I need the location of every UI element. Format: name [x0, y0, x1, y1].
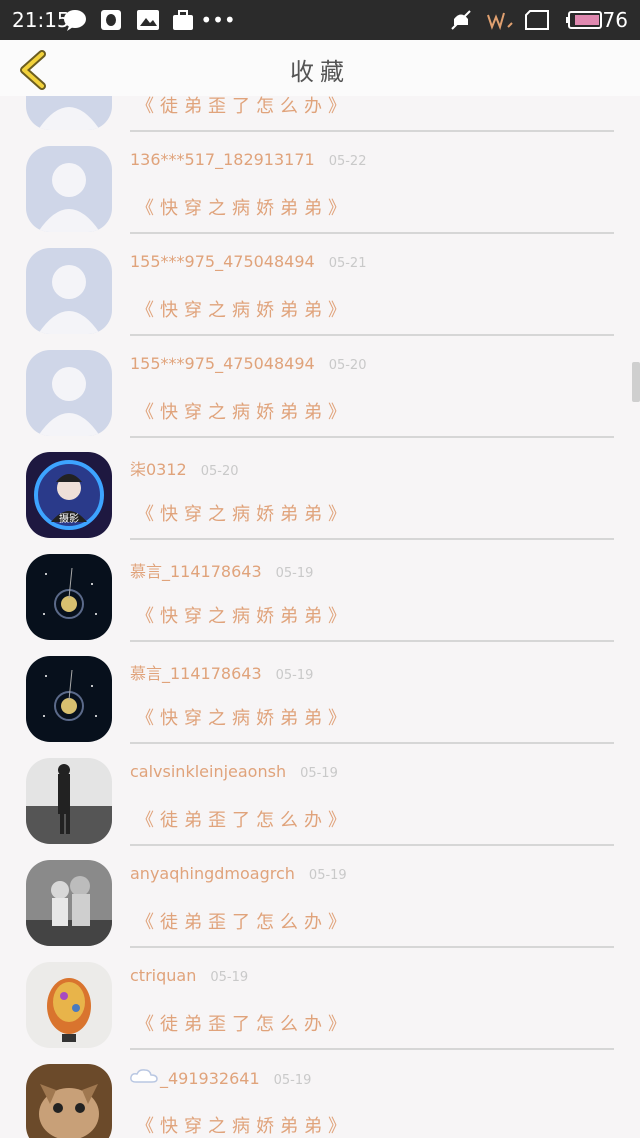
- book-title[interactable]: 《快穿之病娇弟弟》: [136, 398, 352, 424]
- list-item[interactable]: 慕言_114178643 05-19 《快穿之病娇弟弟》: [0, 544, 640, 646]
- svg-text:摄影: 摄影: [59, 512, 79, 525]
- divider: [130, 946, 614, 948]
- list-item[interactable]: 慕言_114178643 05-19 《快穿之病娇弟弟》: [0, 646, 640, 748]
- username[interactable]: 慕言_114178643: [130, 660, 262, 684]
- avatar[interactable]: [26, 1064, 112, 1138]
- list-item[interactable]: 155***975_475048494 05-20 《快穿之病娇弟弟》: [0, 340, 640, 442]
- item-meta: 慕言_114178643 05-19: [130, 558, 313, 582]
- list-item[interactable]: 摄影 柒0312 05-20 《快穿之病娇弟弟》: [0, 442, 640, 544]
- cloud-icon: [130, 1069, 158, 1083]
- list-item[interactable]: 136***517_182913171 05-22 《快穿之病娇弟弟》: [0, 136, 640, 238]
- date: 05-20: [328, 358, 367, 373]
- sim-icon: [524, 8, 550, 32]
- date: 05-19: [275, 668, 314, 683]
- item-meta: calvsinkleinjeaonsh 05-19: [130, 762, 338, 781]
- username[interactable]: 柒0312: [130, 456, 187, 480]
- list-item[interactable]: anyaqhingdmoagrch 05-19 《徒弟歪了怎么办》: [0, 850, 640, 952]
- more-icon: •••: [200, 8, 236, 32]
- book-title[interactable]: 《快穿之病娇弟弟》: [136, 602, 352, 628]
- header: 收藏: [0, 40, 640, 96]
- book-title[interactable]: 《徒弟歪了怎么办》: [136, 908, 352, 934]
- avatar[interactable]: [26, 962, 112, 1048]
- avatar[interactable]: [26, 248, 112, 334]
- date: 05-19: [275, 566, 314, 581]
- scrollbar[interactable]: [632, 362, 640, 402]
- book-title[interactable]: 《徒弟歪了怎么办》: [136, 1010, 352, 1036]
- divider: [130, 232, 614, 234]
- item-meta: _491932641 05-19: [130, 1068, 311, 1088]
- username[interactable]: 155***975_475048494: [130, 354, 315, 373]
- divider: [130, 640, 614, 642]
- date: 05-22: [328, 154, 367, 169]
- signal-icon: [486, 8, 514, 32]
- item-meta: 155***975_475048494 05-21: [130, 252, 366, 271]
- page-title: 收藏: [290, 58, 350, 86]
- battery-icon: [564, 8, 604, 32]
- avatar[interactable]: [26, 554, 112, 640]
- list-item[interactable]: ctriquan 05-19 《徒弟歪了怎么办》: [0, 952, 640, 1054]
- item-meta: ctriquan 05-19: [130, 966, 248, 985]
- username[interactable]: _491932641: [160, 1069, 260, 1088]
- avatar[interactable]: [26, 758, 112, 844]
- username[interactable]: 慕言_114178643: [130, 558, 262, 582]
- briefcase-icon: [172, 8, 194, 32]
- avatar[interactable]: [26, 656, 112, 742]
- avatar[interactable]: [26, 860, 112, 946]
- date: 05-19: [273, 1073, 312, 1088]
- battery-level: 76: [602, 8, 628, 32]
- book-title[interactable]: 《快穿之病娇弟弟》: [136, 194, 352, 220]
- status-time: 21:15: [12, 8, 70, 32]
- item-meta: 155***975_475048494 05-20: [130, 354, 366, 373]
- avatar[interactable]: 摄影: [26, 452, 112, 538]
- date: 05-19: [210, 970, 249, 985]
- avatar[interactable]: [26, 96, 112, 130]
- item-meta: 136***517_182913171 05-22: [130, 150, 366, 169]
- list-item[interactable]: 《徒弟歪了怎么办》: [0, 96, 640, 136]
- username[interactable]: ctriquan: [130, 966, 196, 985]
- divider: [130, 844, 614, 846]
- book-title[interactable]: 《快穿之病娇弟弟》: [136, 296, 352, 322]
- date: 05-20: [200, 464, 239, 479]
- status-bar: 21:15 ••• 76: [0, 0, 640, 40]
- avatar[interactable]: [26, 350, 112, 436]
- divider: [130, 538, 614, 540]
- divider: [130, 1048, 614, 1050]
- username[interactable]: 136***517_182913171: [130, 150, 315, 169]
- divider: [130, 334, 614, 336]
- date: 05-19: [300, 766, 338, 781]
- qq-icon: [100, 8, 122, 32]
- username[interactable]: calvsinkleinjeaonsh: [130, 762, 286, 781]
- book-title[interactable]: 《快穿之病娇弟弟》: [136, 704, 352, 730]
- favorites-list: 《徒弟歪了怎么办》 136***517_182913171 05-22 《快穿之…: [0, 96, 640, 1138]
- divider: [130, 742, 614, 744]
- avatar[interactable]: [26, 146, 112, 232]
- divider: [130, 436, 614, 438]
- message-icon: [62, 8, 88, 32]
- list-item[interactable]: _491932641 05-19 《快穿之病娇弟弟》: [0, 1054, 640, 1138]
- item-meta: 柒0312 05-20: [130, 456, 239, 480]
- username[interactable]: anyaqhingdmoagrch: [130, 864, 295, 883]
- book-title[interactable]: 《快穿之病娇弟弟》: [136, 500, 352, 526]
- image-icon: [136, 8, 160, 32]
- item-meta: 慕言_114178643 05-19: [130, 660, 313, 684]
- username[interactable]: 155***975_475048494: [130, 252, 315, 271]
- book-title[interactable]: 《徒弟歪了怎么办》: [136, 806, 352, 832]
- book-title[interactable]: 《徒弟歪了怎么办》: [136, 96, 352, 118]
- date: 05-21: [328, 256, 367, 271]
- date: 05-19: [308, 868, 347, 883]
- mute-icon: [448, 8, 474, 32]
- list-item[interactable]: 155***975_475048494 05-21 《快穿之病娇弟弟》: [0, 238, 640, 340]
- divider: [130, 130, 614, 132]
- list-item[interactable]: calvsinkleinjeaonsh 05-19 《徒弟歪了怎么办》: [0, 748, 640, 850]
- book-title[interactable]: 《快穿之病娇弟弟》: [136, 1112, 352, 1138]
- item-meta: anyaqhingdmoagrch 05-19: [130, 864, 347, 883]
